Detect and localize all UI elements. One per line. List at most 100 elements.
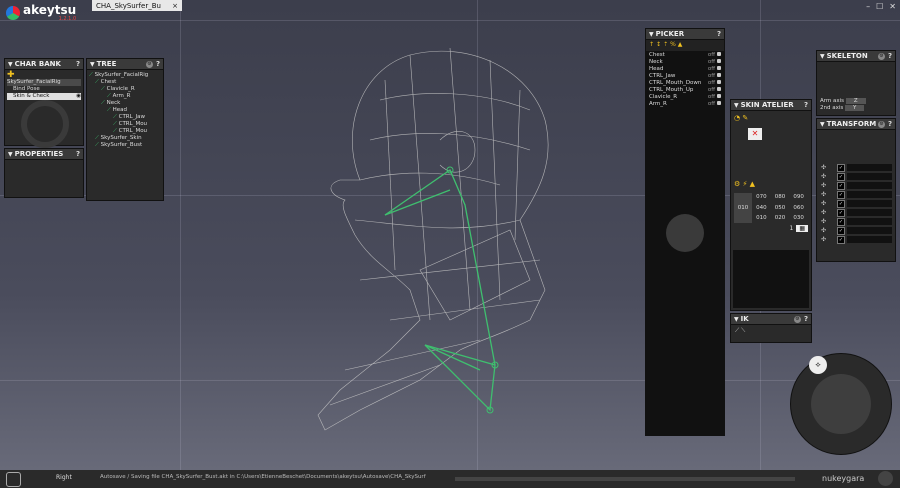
viewport-icon[interactable] xyxy=(6,472,21,487)
transform-tool-icon[interactable]: ✣ xyxy=(820,191,827,198)
picker-item[interactable]: Clavicle_R off xyxy=(649,94,721,101)
lock-icon[interactable] xyxy=(717,59,721,63)
transform-tool-icon[interactable]: ✣ xyxy=(820,182,827,189)
help-icon[interactable]: ? xyxy=(804,315,808,323)
help-icon[interactable]: ? xyxy=(156,60,160,68)
bind-pose-row[interactable]: Bind Pose xyxy=(13,86,40,92)
picker-item-state[interactable]: off xyxy=(708,101,715,108)
lock-icon[interactable] xyxy=(717,94,721,98)
transform-checkbox[interactable]: ✓ xyxy=(837,181,845,190)
transform-field[interactable] xyxy=(847,191,892,198)
help-icon[interactable]: ? xyxy=(804,101,808,109)
transform-field[interactable] xyxy=(847,209,892,216)
help-icon[interactable]: ? xyxy=(76,60,80,68)
lock-icon[interactable] xyxy=(717,52,721,56)
tree-item[interactable]: ⟋ Head xyxy=(89,107,161,114)
transform-field[interactable] xyxy=(847,182,892,189)
tool-icon[interactable]: % xyxy=(670,41,676,50)
skin-weight-preset[interactable]: 020 xyxy=(771,215,790,223)
transform-tool-icon[interactable]: ✣ xyxy=(820,164,827,171)
skin-weight-preset[interactable]: 070 xyxy=(752,194,771,202)
tree-item[interactable]: ⟋ SkySurfer_Skin xyxy=(89,135,161,142)
eye-icon[interactable]: ◉ xyxy=(76,93,81,100)
char-item[interactable]: SkySurfer_FacialRig xyxy=(7,79,61,85)
tree-item[interactable]: ⟋ SkySurfer_Bust xyxy=(89,142,161,149)
transform-tool-icon[interactable]: ✣ xyxy=(820,236,827,243)
transform-checkbox[interactable]: ✓ xyxy=(837,208,845,217)
skin-tool-icon[interactable]: ◔ ✎ xyxy=(734,114,808,126)
tool-wheel-center[interactable] xyxy=(811,374,871,434)
transform-tool-icon[interactable]: ✣ xyxy=(820,200,827,207)
skin-weight-preset[interactable]: 060 xyxy=(789,205,808,213)
transform-checkbox[interactable]: ✓ xyxy=(837,190,845,199)
tree-item[interactable]: ⟋ CTRL_Jaw xyxy=(89,114,161,121)
help-icon[interactable]: ? xyxy=(888,120,892,128)
skin-weight-preset[interactable]: 050 xyxy=(771,205,790,213)
transform-tool-icon[interactable]: ✣ xyxy=(820,218,827,225)
transform-checkbox[interactable]: ✓ xyxy=(837,226,845,235)
transform-tool-icon[interactable]: ✣ xyxy=(820,173,827,180)
skin-red-marker[interactable]: ✕ xyxy=(748,128,762,140)
help-icon[interactable]: ? xyxy=(76,150,80,158)
help-icon[interactable]: ? xyxy=(888,52,892,60)
close-icon[interactable]: × xyxy=(172,2,178,10)
transform-field[interactable] xyxy=(847,164,892,171)
help-icon[interactable]: ? xyxy=(717,30,721,38)
transform-field[interactable] xyxy=(847,200,892,207)
lock-icon[interactable] xyxy=(717,101,721,105)
settings-icon[interactable]: ⚙ xyxy=(877,52,885,60)
transform-checkbox[interactable]: ✓ xyxy=(837,163,845,172)
picker-item-state[interactable]: off xyxy=(708,80,715,87)
minimize-icon[interactable]: – xyxy=(866,2,870,11)
tree-item[interactable]: ⟋ SkySurfer_FacialRig xyxy=(89,72,161,79)
skin-weight-preset[interactable]: 030 xyxy=(789,215,808,223)
transform-tool-icon[interactable]: ✣ xyxy=(820,209,827,216)
picker-item-state[interactable]: off xyxy=(708,59,715,66)
picker-item-state[interactable]: off xyxy=(708,94,715,101)
transform-field[interactable] xyxy=(847,218,892,225)
tool-wheel-active-icon[interactable]: ⟡ xyxy=(809,356,827,374)
picker-item[interactable]: Neck off xyxy=(649,59,721,66)
tree-item[interactable]: ⟋ CTRL_Mou xyxy=(89,128,161,135)
tree-item[interactable]: ⟋ Clavicle_R xyxy=(89,86,161,93)
tool-icon[interactable]: ↕ xyxy=(656,41,661,50)
transform-checkbox[interactable]: ✓ xyxy=(837,199,845,208)
tree-item[interactable]: ⟋ CTRL_Mou xyxy=(89,121,161,128)
transform-field[interactable] xyxy=(847,173,892,180)
lock-icon[interactable] xyxy=(717,73,721,77)
picker-item-state[interactable]: off xyxy=(708,66,715,73)
grid-icon[interactable]: ▦ xyxy=(796,225,808,232)
tool-icon[interactable]: ↑ xyxy=(649,41,654,50)
skin-weight-preset[interactable]: 080 xyxy=(771,194,790,202)
tree-item[interactable]: ⟋ Chest xyxy=(89,79,161,86)
picker-item[interactable]: Head off xyxy=(649,66,721,73)
skin-weight-preset[interactable]: 010 xyxy=(752,215,771,223)
lock-icon[interactable] xyxy=(717,80,721,84)
lock-icon[interactable] xyxy=(717,66,721,70)
picker-item[interactable]: Arm_R off xyxy=(649,101,721,108)
skin-check-row[interactable]: Skin & Check xyxy=(13,93,49,99)
tool-icon[interactable]: ▲ xyxy=(678,41,683,50)
transform-checkbox[interactable]: ✓ xyxy=(837,217,845,226)
picker-item[interactable]: CTRL_Mouth_Up off xyxy=(649,87,721,94)
transform-checkbox[interactable]: ✓ xyxy=(837,235,845,244)
transform-field[interactable] xyxy=(847,236,892,243)
settings-icon[interactable]: ⚙ xyxy=(145,60,153,68)
skin-weight-preset[interactable]: 040 xyxy=(752,205,771,213)
window-close-icon[interactable]: ✕ xyxy=(889,2,896,11)
lock-icon[interactable] xyxy=(717,87,721,91)
picker-item[interactable]: CTRL_Jaw off xyxy=(649,73,721,80)
picker-item[interactable]: CTRL_Mouth_Down off xyxy=(649,80,721,87)
picker-item[interactable]: Chest off xyxy=(649,52,721,59)
tree-item[interactable]: ⟋ Arm_R xyxy=(89,93,161,100)
picker-item-state[interactable]: off xyxy=(708,73,715,80)
tool-wheel[interactable]: ⟡ xyxy=(790,353,892,455)
maximize-icon[interactable]: ☐ xyxy=(876,2,883,11)
tree-item[interactable]: ⟋ Neck xyxy=(89,100,161,107)
settings-icon[interactable]: ⚙ xyxy=(878,120,885,128)
file-tab[interactable]: CHA_SkySurfer_Bu × xyxy=(92,0,182,11)
skin-value-box[interactable]: 010 xyxy=(734,193,752,223)
settings-tool-icon[interactable] xyxy=(878,471,893,486)
picker-item-state[interactable]: off xyxy=(708,52,715,59)
second-axis-select[interactable]: Y xyxy=(845,105,865,111)
